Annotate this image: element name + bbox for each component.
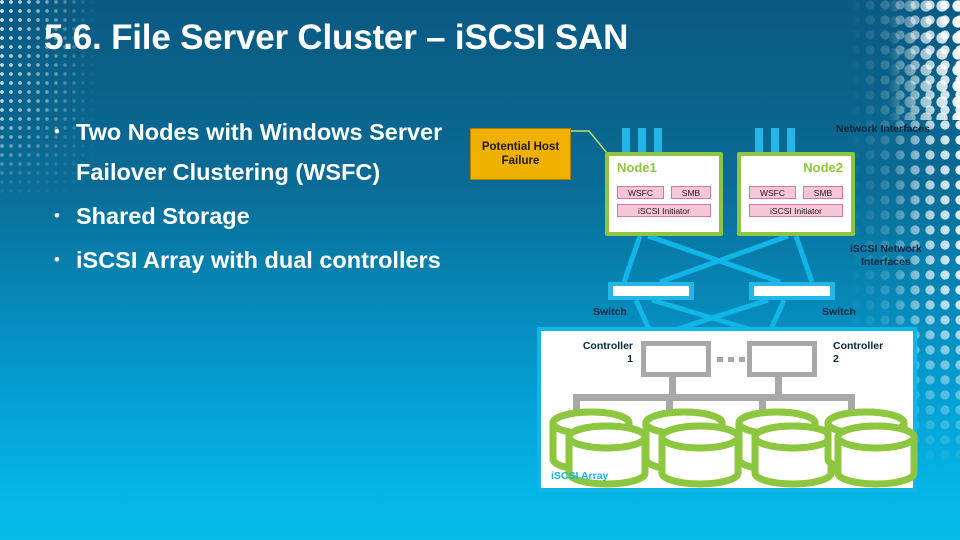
bullet-text: Two Nodes with Windows Server Failover C…: [76, 119, 443, 185]
switch-label-2: Switch: [822, 306, 856, 318]
switch-face: [613, 286, 689, 296]
bullet-dot-icon: •: [54, 122, 60, 141]
switch-box-2: [749, 282, 835, 300]
slide-canvas: 5.6. File Server Cluster – iSCSI SAN • T…: [0, 0, 960, 540]
iscsi-network-interfaces-label-line2: Interfaces: [861, 256, 911, 268]
service-chip-wsfc: WSFC: [749, 186, 796, 199]
slide-title: 5.6. File Server Cluster – iSCSI SAN: [44, 18, 629, 57]
nic-bar-icon: [755, 128, 763, 154]
controller-label-1-line1: Controller: [582, 340, 633, 352]
network-interface-bars-node2: [755, 128, 795, 154]
nic-bar-icon: [771, 128, 779, 154]
bullet-text: Shared Storage: [76, 203, 250, 229]
iscsi-network-interfaces-label-line1: iSCSI Network: [850, 243, 922, 255]
node-box-node2: Node2 WSFC SMB iSCSI Initiator: [737, 152, 855, 236]
node-box-node1: Node1 WSFC SMB iSCSI Initiator: [605, 152, 723, 236]
controller-label-2: Controller 2: [833, 340, 895, 366]
list-item: • Shared Storage: [48, 196, 458, 236]
service-chip-iscsi-initiator: iSCSI Initiator: [617, 204, 711, 217]
controller-label-1-line2: 1: [627, 353, 633, 365]
nic-bar-icon: [654, 128, 662, 154]
nic-bar-icon: [638, 128, 646, 154]
switch-box-1: [608, 282, 694, 300]
controller-label-2-line2: 2: [833, 353, 839, 365]
callout-line-1: Potential Host: [481, 141, 560, 153]
switch-label-1: Switch: [593, 306, 627, 318]
controller-label-2-line1: Controller: [833, 340, 884, 352]
controller-label-1: Controller 1: [571, 340, 633, 366]
service-chip-wsfc: WSFC: [617, 186, 664, 199]
nic-bar-icon: [622, 128, 630, 154]
callout-leader-line: [571, 130, 607, 154]
bullet-dot-icon: •: [54, 250, 60, 269]
list-item: • Two Nodes with Windows Server Failover…: [48, 112, 458, 192]
bullet-list: • Two Nodes with Windows Server Failover…: [48, 112, 458, 284]
halftone-dots-top-right-decoration: [888, 0, 960, 120]
service-chip-smb: SMB: [671, 186, 711, 199]
node-label: Node2: [803, 160, 843, 175]
node-label: Node1: [617, 160, 657, 175]
network-interfaces-label: Network Interfaces: [836, 123, 930, 135]
nic-bar-icon: [787, 128, 795, 154]
switch-face: [754, 286, 830, 296]
service-chip-smb: SMB: [803, 186, 843, 199]
iscsi-array-label: iSCSI Array: [551, 470, 609, 482]
bullet-text: iSCSI Array with dual controllers: [76, 247, 441, 273]
bullet-dot-icon: •: [54, 206, 60, 225]
network-interface-bars-node1: [622, 128, 662, 154]
iscsi-network-interfaces-label: iSCSI Network Interfaces: [850, 243, 922, 269]
service-chip-iscsi-initiator: iSCSI Initiator: [749, 204, 843, 217]
callout-line-2: Failure: [501, 155, 540, 167]
potential-host-failure-callout: Potential Host Failure: [470, 128, 571, 180]
list-item: • iSCSI Array with dual controllers: [48, 240, 458, 280]
